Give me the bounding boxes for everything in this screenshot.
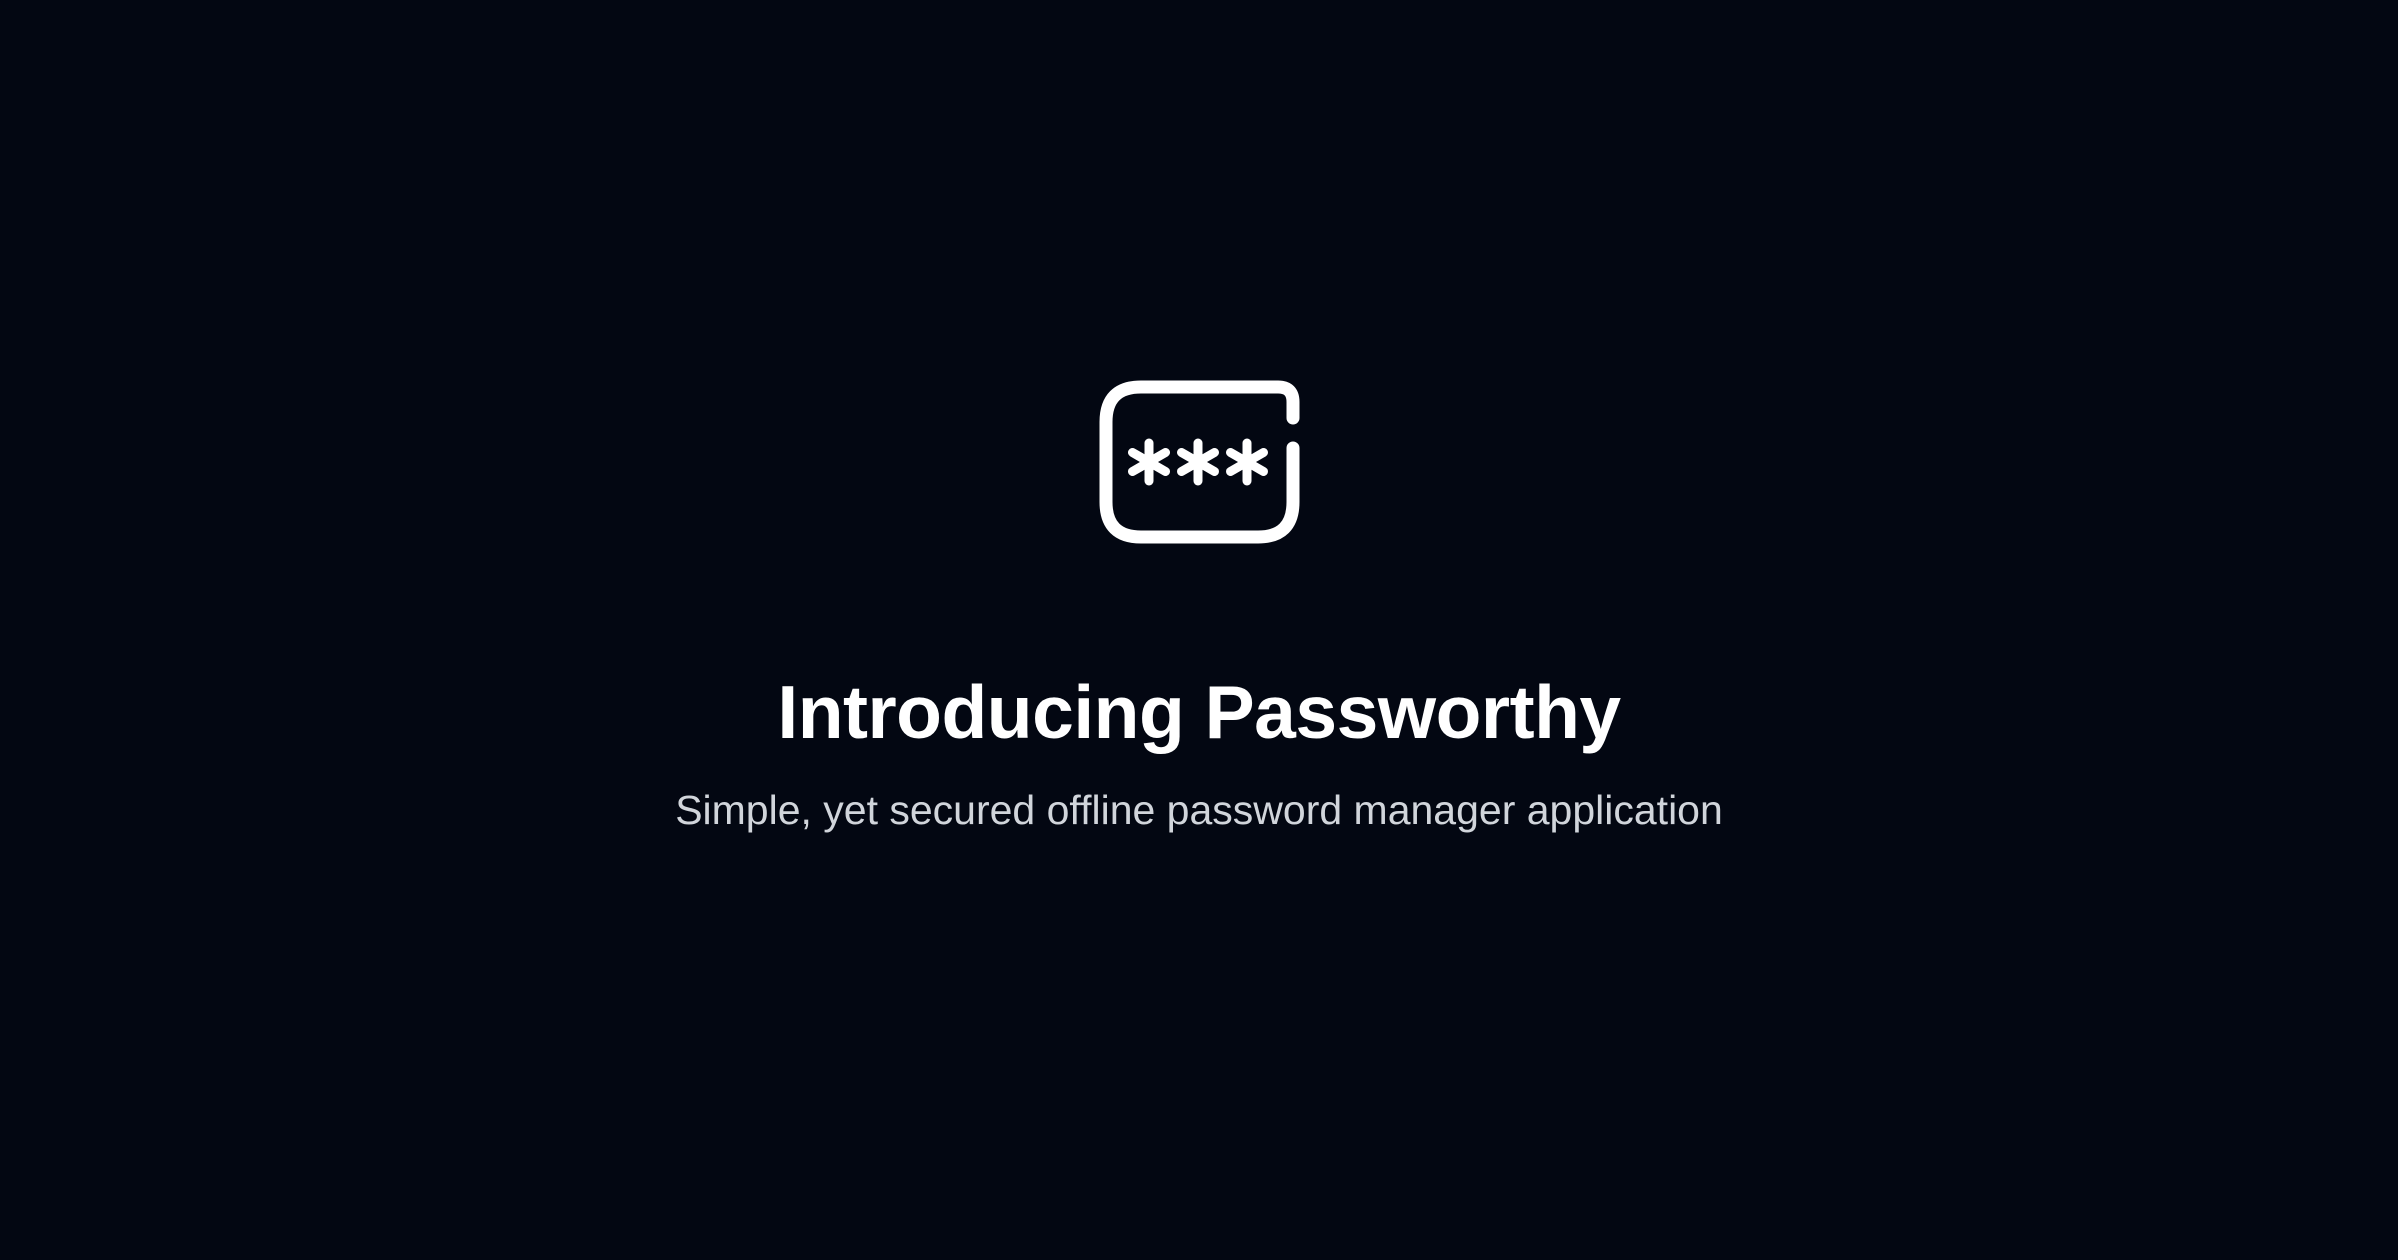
page-subtitle: Simple, yet secured offline password man… — [675, 787, 1723, 833]
password-field-icon — [1097, 378, 1302, 546]
page-title: Introducing Passworthy — [777, 670, 1621, 754]
